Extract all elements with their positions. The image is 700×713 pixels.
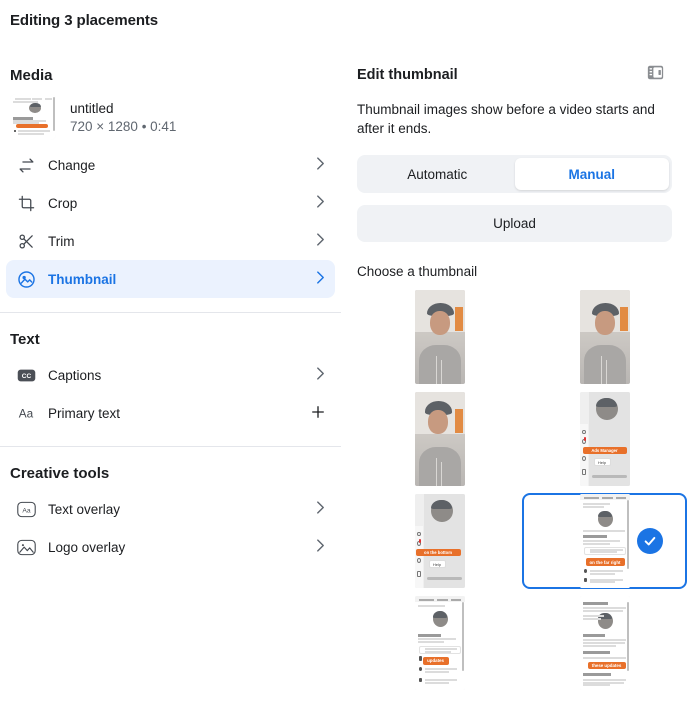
thumbnail-option[interactable]: on the bottom Help	[357, 493, 522, 589]
sidebar-item-label: Text overlay	[48, 501, 121, 517]
section-divider	[0, 312, 341, 313]
panel-layout-icon[interactable]	[647, 64, 664, 86]
sidebar-item-change[interactable]: Change	[6, 146, 335, 184]
thumbnail-caption: on the bottom	[424, 549, 452, 555]
scissors-icon	[14, 229, 38, 253]
thumbnail-caption: on the far right	[589, 559, 621, 565]
chevron-right-icon	[316, 194, 325, 213]
thumbnail-chip: Help	[432, 561, 442, 567]
sidebar-item-captions[interactable]: CC Captions	[6, 356, 335, 394]
svg-text:Aa: Aa	[22, 507, 30, 514]
text-overlay-icon: Aa	[14, 497, 38, 521]
thumbnail-chip: Help	[597, 459, 607, 465]
thumbnail-image	[414, 392, 465, 486]
thumbnail-option[interactable]	[357, 391, 522, 487]
section-divider	[0, 446, 341, 447]
closed-captions-icon: CC	[14, 363, 38, 387]
thumbnail-option[interactable]	[357, 289, 522, 385]
panel-title: Edit thumbnail	[357, 67, 458, 83]
thumbnail-caption: Ads Manager	[591, 447, 618, 453]
thumbnail-caption: updates	[427, 658, 444, 664]
upload-button[interactable]: Upload	[357, 205, 672, 242]
sidebar-item-text-overlay[interactable]: Aa Text overlay	[6, 490, 335, 528]
aa-text-icon: Aa	[14, 401, 38, 425]
media-section-heading: Media	[10, 67, 53, 84]
chevron-right-icon	[316, 538, 325, 557]
thumbnail-image: on the bottom Help	[414, 494, 465, 588]
tab-manual[interactable]: Manual	[514, 158, 669, 190]
chevron-right-icon	[316, 156, 325, 175]
panel-header: Edit thumbnail	[357, 64, 687, 86]
thumbnail-caption: these updates	[591, 663, 622, 669]
sidebar-item-trim[interactable]: Trim	[6, 222, 335, 260]
crop-icon	[14, 191, 38, 215]
sidebar-item-crop[interactable]: Crop	[6, 184, 335, 222]
thumbnail-image: these updates	[579, 596, 630, 690]
chevron-right-icon	[316, 270, 325, 289]
sidebar-item-label: Primary text	[48, 405, 121, 421]
sidebar-item-primary-text[interactable]: Aa Primary text	[6, 394, 335, 432]
chevron-right-icon	[316, 500, 325, 519]
page-title: Editing 3 placements	[10, 12, 159, 29]
thumbnail-image	[579, 290, 630, 384]
thumbnail-option[interactable]: Ads Manager Help	[522, 391, 687, 487]
thumbnail-editor-page: Editing 3 placements Media untitled 720 …	[0, 0, 700, 713]
svg-text:CC: CC	[21, 373, 31, 380]
sidebar-item-label: Crop	[48, 195, 78, 211]
chevron-right-icon	[316, 366, 325, 385]
logo-overlay-icon	[14, 535, 38, 559]
thumbnail-image	[414, 290, 465, 384]
media-thumbnail-preview	[10, 94, 56, 140]
sidebar-item-label: Captions	[48, 367, 102, 383]
edit-thumbnail-panel: Edit thumbnail Thumbnail images show bef…	[357, 0, 687, 713]
thumbnail-option-selected[interactable]: on the far right	[522, 493, 687, 589]
sidebar-item-label: Trim	[48, 233, 75, 249]
swap-arrows-icon	[14, 153, 38, 177]
plus-icon	[311, 404, 325, 422]
image-circle-icon	[14, 267, 38, 291]
thumbnail-image: updates	[414, 596, 465, 690]
creative-tools-section-heading: Creative tools	[10, 465, 110, 482]
sidebar-item-label: Logo overlay	[48, 539, 126, 555]
thumbnail-option[interactable]: updates	[357, 595, 522, 691]
thumbnail-grid: Ads Manager Help on the bottom Help on t…	[357, 289, 687, 691]
media-item[interactable]: untitled 720 × 1280 • 0:41	[0, 84, 341, 146]
sidebar-item-logo-overlay[interactable]: Logo overlay	[6, 528, 335, 566]
thumbnail-image: Ads Manager Help	[579, 392, 630, 486]
tab-automatic[interactable]: Automatic	[360, 158, 515, 190]
thumbnail-option[interactable]: these updates	[522, 595, 687, 691]
panel-description: Thumbnail images show before a video sta…	[357, 102, 655, 136]
thumbnail-image: on the far right	[579, 494, 630, 588]
sidebar-item-label: Thumbnail	[48, 271, 117, 287]
sidebar-item-thumbnail[interactable]: Thumbnail	[6, 260, 335, 298]
left-panel: Editing 3 placements Media untitled 720 …	[0, 0, 341, 713]
choose-thumbnail-label: Choose a thumbnail	[357, 264, 478, 279]
chevron-right-icon	[316, 232, 325, 251]
thumbnail-mode-toggle: Automatic Manual	[357, 155, 672, 193]
media-file-details: 720 × 1280 • 0:41	[70, 118, 177, 134]
selected-check-icon	[637, 528, 663, 554]
text-section-heading: Text	[10, 331, 40, 348]
media-file-name: untitled	[70, 100, 114, 116]
thumbnail-option[interactable]	[522, 289, 687, 385]
svg-text:Aa: Aa	[19, 407, 34, 420]
sidebar-item-label: Change	[48, 157, 96, 173]
